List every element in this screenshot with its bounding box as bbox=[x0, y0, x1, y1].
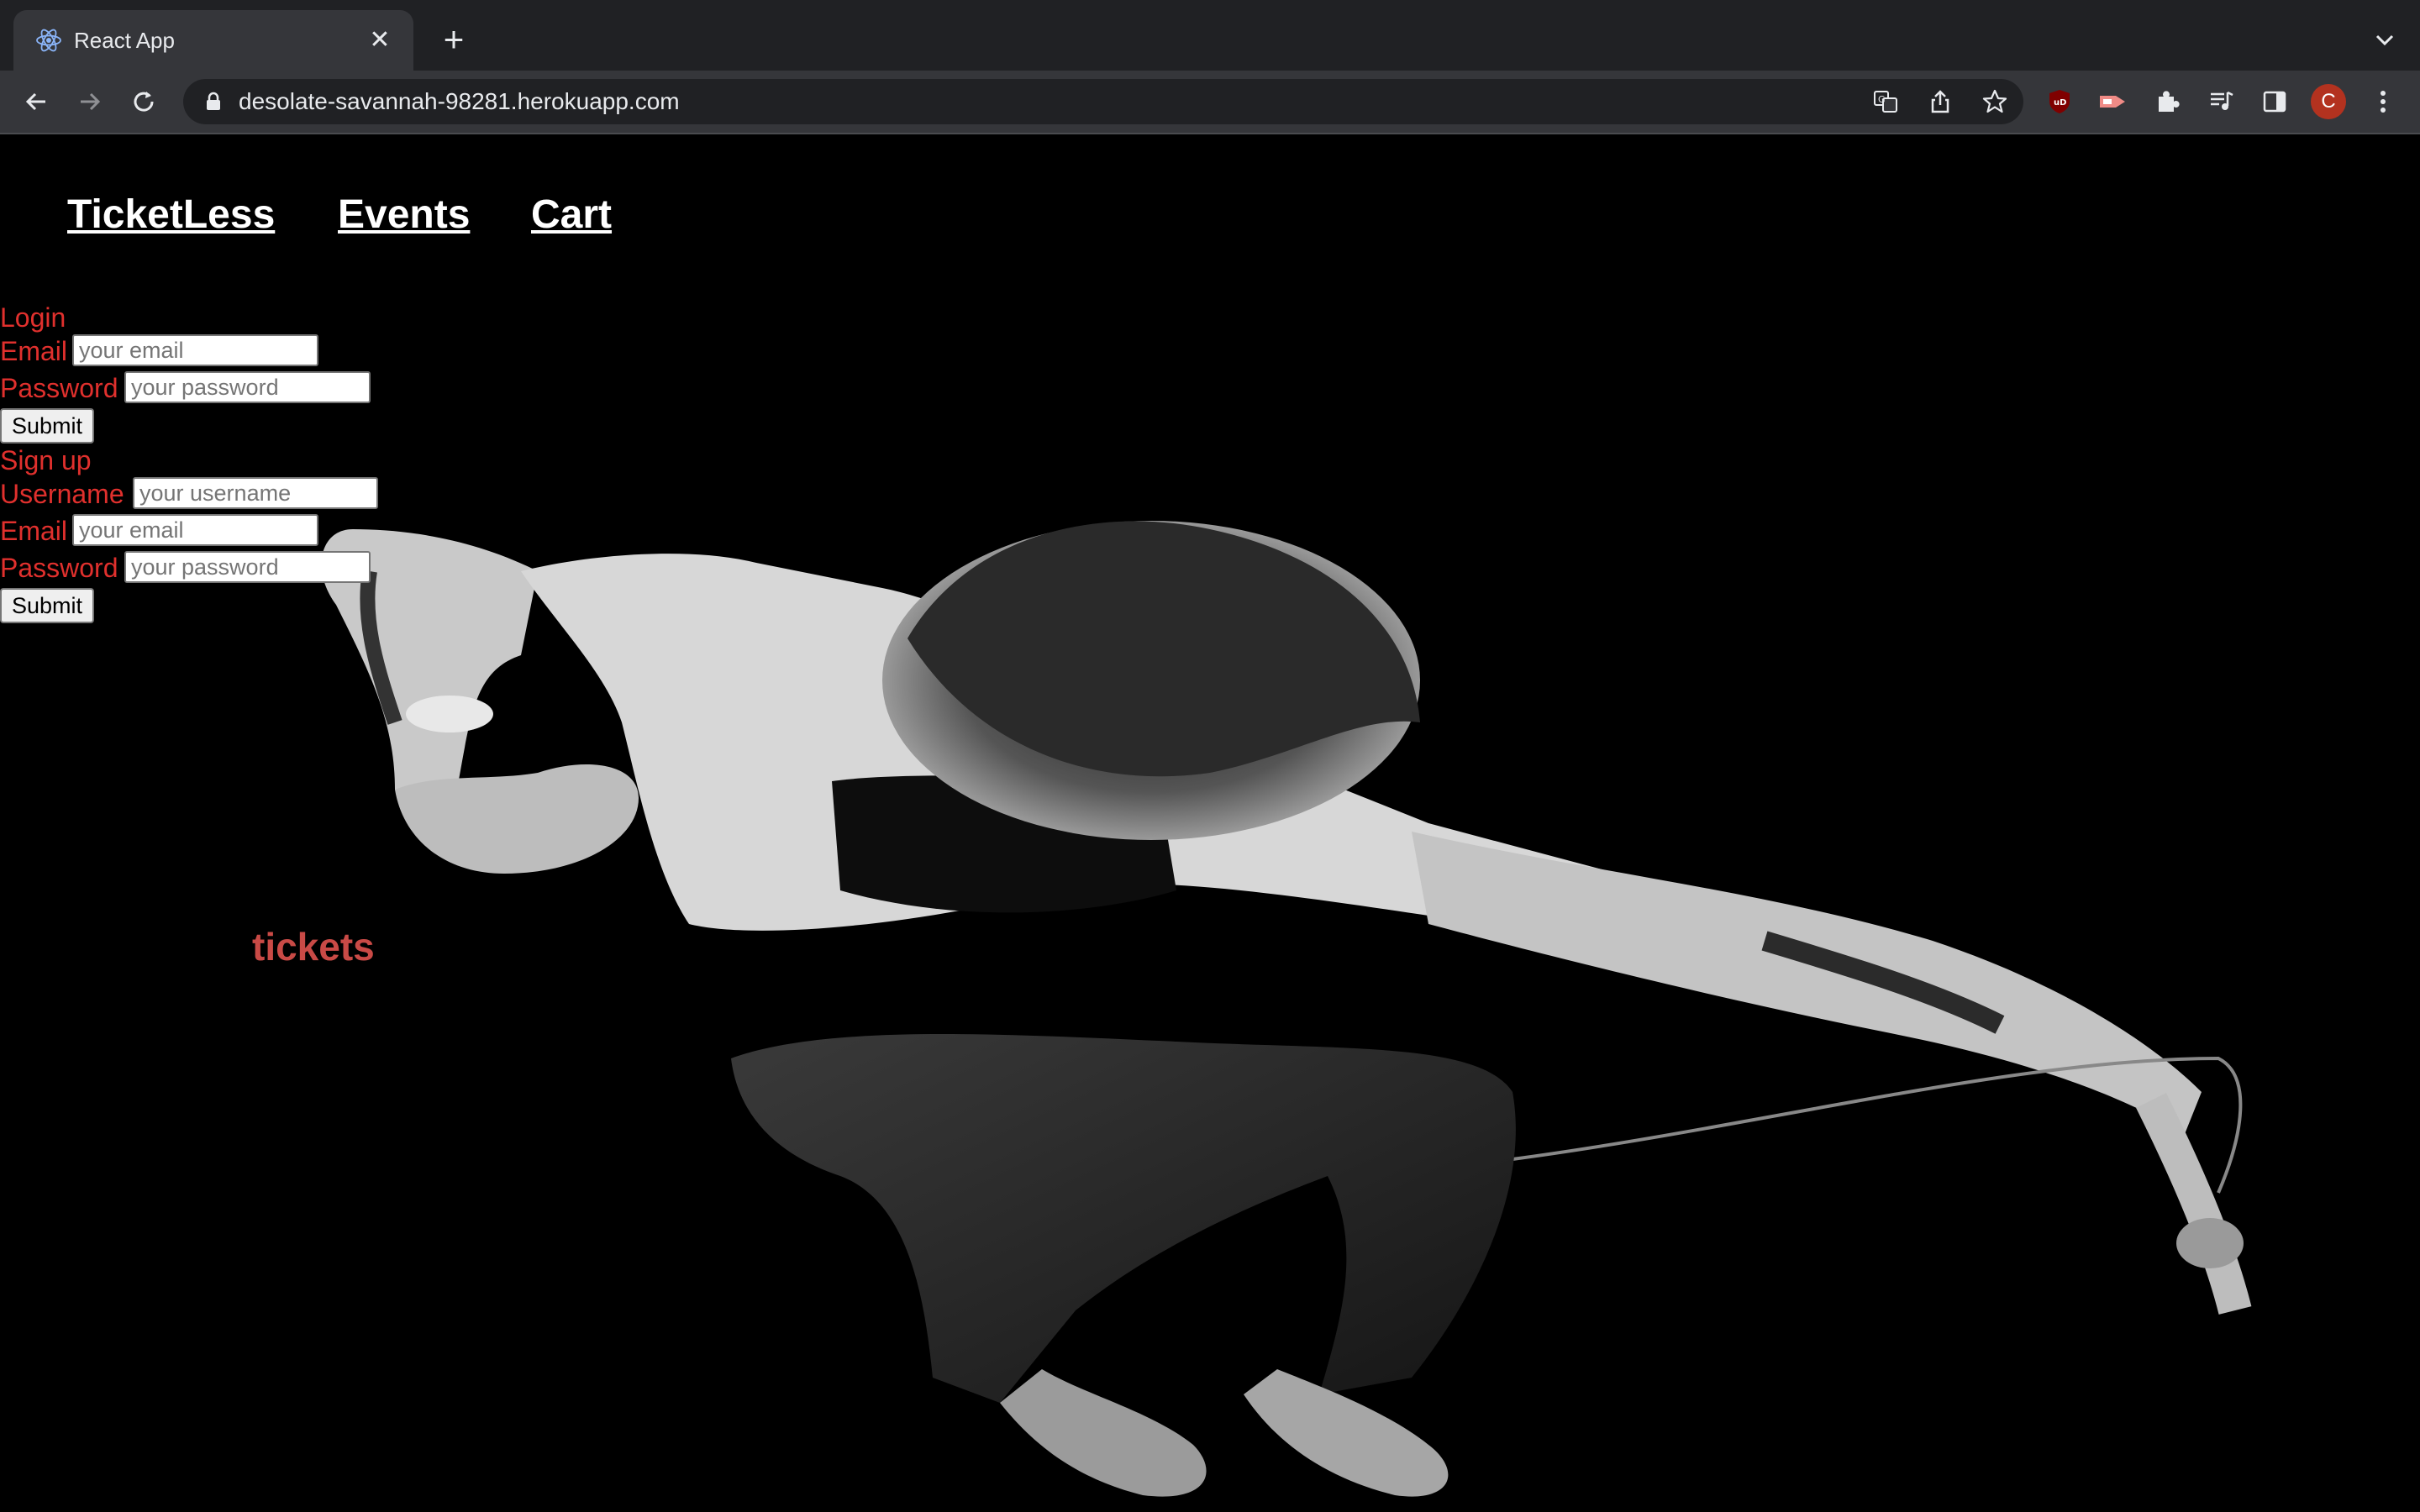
cart-link[interactable]: Cart bbox=[531, 192, 612, 238]
cast-extension-icon[interactable] bbox=[2093, 82, 2132, 121]
media-icon[interactable] bbox=[2202, 82, 2241, 121]
translate-icon[interactable]: G bbox=[1870, 87, 1901, 117]
signup-email-label: Email bbox=[0, 516, 68, 546]
forward-arrow-icon[interactable] bbox=[71, 82, 109, 121]
back-arrow-icon[interactable] bbox=[17, 82, 55, 121]
svg-text:uD: uD bbox=[2054, 98, 2066, 108]
star-icon[interactable] bbox=[1980, 87, 2010, 117]
active-tab[interactable]: React App ✕ bbox=[13, 10, 413, 71]
address-bar[interactable]: desolate-savannah-98281.herokuapp.com G bbox=[183, 79, 2023, 124]
ublock-icon[interactable]: uD bbox=[2040, 82, 2079, 121]
events-link[interactable]: Events bbox=[338, 192, 470, 238]
kebab-menu-icon[interactable] bbox=[2364, 82, 2402, 121]
browser-tab-strip: React App ✕ + bbox=[0, 0, 2420, 71]
signup-heading: Sign up bbox=[0, 445, 92, 475]
login-heading: Login bbox=[0, 302, 66, 333]
side-panel-icon[interactable] bbox=[2255, 82, 2294, 121]
chevron-down-icon[interactable] bbox=[2366, 22, 2403, 59]
lock-icon[interactable] bbox=[202, 90, 225, 113]
login-email-label: Email bbox=[0, 336, 68, 366]
puzzle-icon[interactable] bbox=[2148, 82, 2186, 121]
tab-title: React App bbox=[74, 28, 175, 53]
login-password-label: Password bbox=[0, 373, 118, 403]
login-password-input[interactable] bbox=[124, 371, 371, 403]
signup-password-label: Password bbox=[0, 553, 118, 583]
signup-submit-button[interactable]: Submit bbox=[0, 588, 95, 623]
signup-email-input[interactable] bbox=[72, 514, 318, 546]
profile-avatar[interactable]: C bbox=[2311, 84, 2346, 119]
page-viewport: TicketLess Events Cart Login Email Passw… bbox=[0, 134, 2420, 1512]
url-text: desolate-savannah-98281.herokuapp.com bbox=[239, 88, 680, 114]
svg-text:G: G bbox=[1878, 94, 1886, 105]
close-icon[interactable]: ✕ bbox=[365, 25, 395, 55]
login-email-input[interactable] bbox=[72, 334, 318, 366]
signup-username-label: Username bbox=[0, 479, 124, 509]
brand-link[interactable]: TicketLess bbox=[67, 192, 275, 238]
react-favicon-icon bbox=[36, 29, 61, 52]
plus-icon[interactable]: + bbox=[434, 20, 474, 60]
signup-username-input[interactable] bbox=[133, 477, 378, 509]
hero-photo bbox=[321, 521, 2252, 1497]
browser-toolbar: desolate-savannah-98281.herokuapp.com G … bbox=[0, 71, 2420, 134]
signup-password-input[interactable] bbox=[124, 551, 371, 583]
reload-icon[interactable] bbox=[124, 82, 163, 121]
share-icon[interactable] bbox=[1925, 87, 1955, 117]
hero-tagline: tickets bbox=[252, 925, 375, 969]
login-submit-button[interactable]: Submit bbox=[0, 408, 95, 444]
